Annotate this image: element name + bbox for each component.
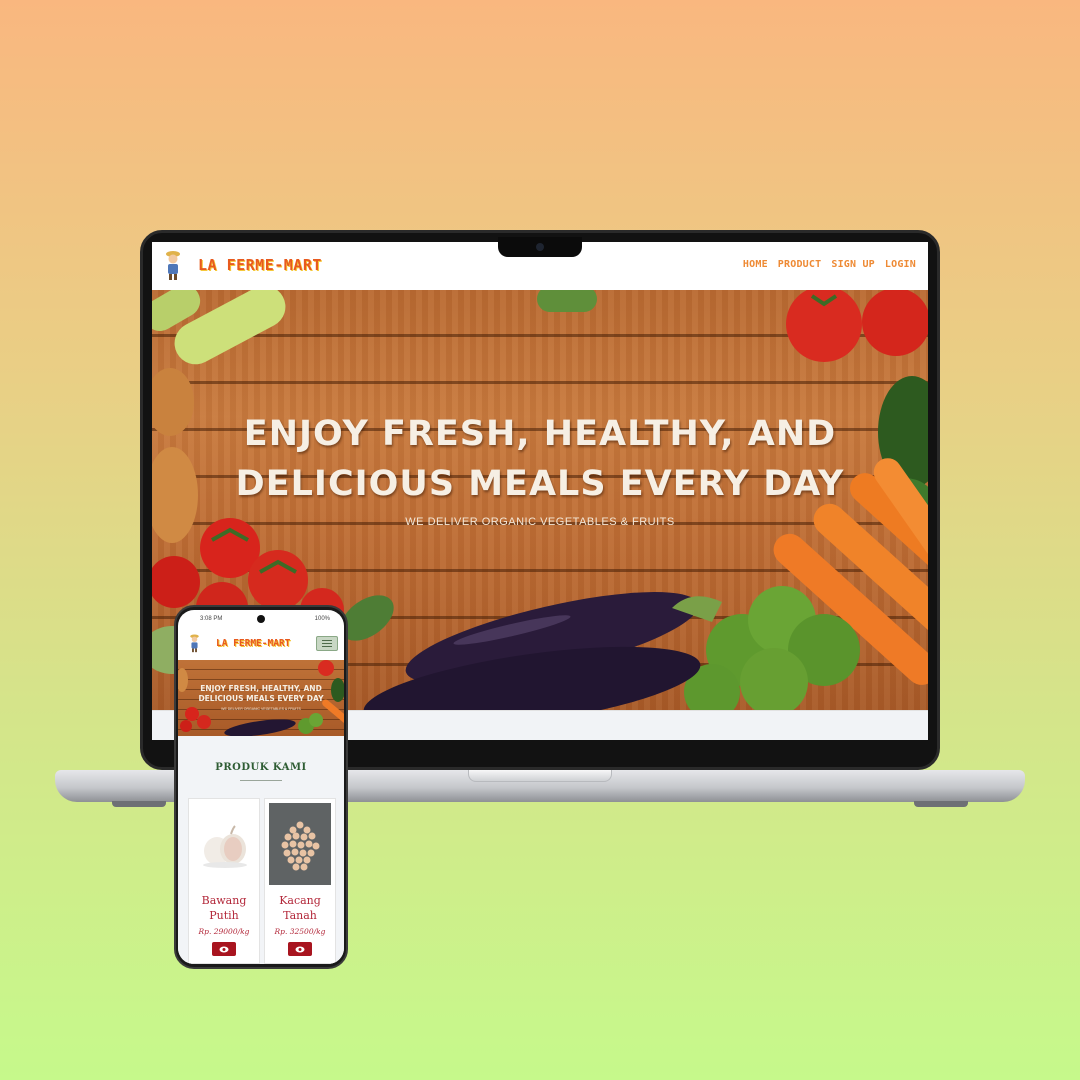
view-product-button[interactable]: [288, 942, 312, 956]
peanuts-image: [269, 803, 331, 885]
hero-title-line2: DELICIOUS MEALS EVERY DAY: [198, 694, 324, 703]
hamburger-menu-icon[interactable]: [316, 636, 338, 651]
camera-notch: [498, 237, 582, 257]
product-card[interactable]: Bawang Putih Rp. 29000/kg: [188, 798, 260, 964]
site-logo[interactable]: LA FERME-MART: [216, 638, 290, 649]
product-price: Rp. 32500/kg: [274, 927, 326, 936]
hero-subtitle: WE DELIVER ORGANIC VEGETABLES & FRUITS: [221, 707, 301, 711]
hero-title-line1: ENJOY FRESH, HEALTHY, AND: [200, 684, 322, 693]
nav-login[interactable]: LOGIN: [885, 259, 916, 270]
product-name: Bawang Putih: [201, 894, 247, 922]
laptop-hinge-notch: [468, 770, 612, 782]
phone-screen: 3:08 PM 100% LA FERME-MART ENJOY FRESH, …: [178, 610, 344, 964]
eye-icon: [295, 946, 305, 952]
hero-subtitle: WE DELIVER ORGANIC VEGETABLES & FRUITS: [405, 516, 675, 528]
mobile-navbar: LA FERME-MART: [178, 626, 344, 660]
mobile-hero-banner: ENJOY FRESH, HEALTHY, AND DELICIOUS MEAL…: [178, 660, 344, 736]
nav-product[interactable]: PRODUCT: [778, 259, 822, 270]
status-battery: 100%: [314, 616, 330, 622]
product-name: Kacang Tanah: [279, 894, 321, 922]
laptop-foot: [914, 801, 968, 807]
nav-menu: HOME PRODUCT SIGN UP LOGIN: [743, 259, 916, 270]
site-logo[interactable]: LA FERME-MART: [198, 256, 322, 274]
section-title: PRODUK KAMI: [215, 762, 307, 773]
products-section: PRODUK KAMI Bawang Putih Rp. 29000/kg Ka…: [178, 736, 344, 964]
nav-signup[interactable]: SIGN UP: [831, 259, 875, 270]
eye-icon: [219, 946, 229, 952]
section-divider: [240, 780, 282, 781]
product-card[interactable]: Kacang Tanah Rp. 32500/kg: [264, 798, 336, 964]
status-time: 3:08 PM: [200, 616, 223, 622]
farmer-logo-icon: [166, 251, 180, 280]
hero-title-line2: DELICIOUS MEALS EVERY DAY: [235, 464, 845, 504]
nav-home[interactable]: HOME: [743, 259, 768, 270]
hero-title-line1: ENJOY FRESH, HEALTHY, AND: [243, 414, 837, 454]
garlic-image: [193, 803, 255, 885]
laptop-foot: [112, 801, 166, 807]
farmer-logo-icon: [190, 634, 199, 653]
front-camera-icon: [257, 615, 265, 623]
camera-icon: [536, 243, 544, 251]
view-product-button[interactable]: [212, 942, 236, 956]
product-price: Rp. 29000/kg: [198, 927, 250, 936]
